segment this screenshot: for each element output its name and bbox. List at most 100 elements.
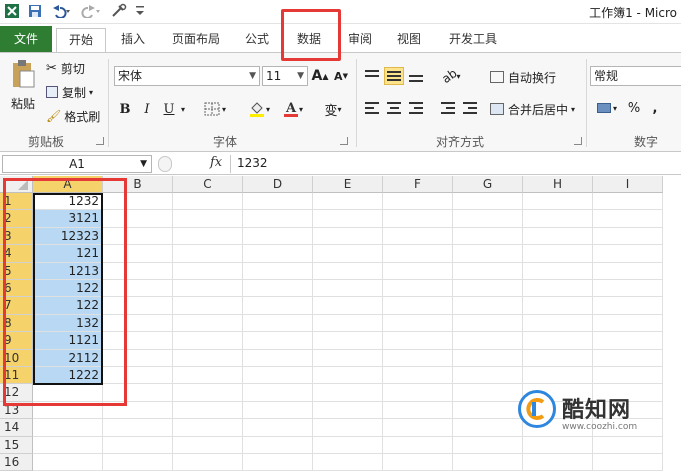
row-header-3[interactable]: 3 [0, 227, 33, 246]
cell-b7[interactable] [103, 297, 173, 315]
cell-d16[interactable] [243, 454, 313, 471]
cell-e1[interactable] [313, 193, 383, 211]
cell-b15[interactable] [103, 436, 173, 454]
cell-f1[interactable] [383, 193, 453, 211]
cell-e2[interactable] [313, 210, 383, 228]
cell-d5[interactable] [243, 262, 313, 280]
cell-c3[interactable] [173, 227, 243, 246]
cell-h16[interactable] [523, 454, 593, 471]
cell-c13[interactable] [173, 401, 243, 420]
cell-g1[interactable] [453, 193, 523, 211]
cell-d11[interactable] [243, 367, 313, 385]
cell-c6[interactable] [173, 280, 243, 298]
cell-h3[interactable] [523, 227, 593, 246]
cell-d9[interactable] [243, 332, 313, 350]
cell-a8[interactable]: 132 [33, 314, 103, 333]
cell-a12[interactable] [33, 384, 103, 402]
row-header-14[interactable]: 14 [0, 419, 33, 437]
align-right-button[interactable] [406, 99, 426, 117]
cell-i8[interactable] [593, 314, 663, 333]
tab-home[interactable]: 开始 [56, 28, 106, 52]
column-header-h[interactable]: H [523, 176, 593, 193]
cell-g16[interactable] [453, 454, 523, 471]
cell-g2[interactable] [453, 210, 523, 228]
cell-c12[interactable] [173, 384, 243, 402]
row-header-15[interactable]: 15 [0, 436, 33, 454]
clipboard-launcher-icon[interactable] [96, 137, 104, 145]
cell-h7[interactable] [523, 297, 593, 315]
cell-d4[interactable] [243, 245, 313, 263]
tab-formulas[interactable]: 公式 [234, 28, 280, 52]
cell-h9[interactable] [523, 332, 593, 350]
column-header-c[interactable]: C [173, 176, 243, 193]
cell-e14[interactable] [313, 419, 383, 437]
cell-e8[interactable] [313, 314, 383, 333]
row-header-6[interactable]: 6 [0, 280, 33, 298]
cell-d10[interactable] [243, 349, 313, 367]
cell-e11[interactable] [313, 367, 383, 385]
cell-f16[interactable] [383, 454, 453, 471]
column-header-a[interactable]: A [33, 176, 103, 193]
cell-f10[interactable] [383, 349, 453, 367]
cell-b8[interactable] [103, 314, 173, 333]
cell-d12[interactable] [243, 384, 313, 402]
wrap-text-button[interactable]: 自动换行 [490, 67, 562, 87]
cell-d3[interactable] [243, 227, 313, 246]
align-left-button[interactable] [362, 99, 382, 117]
cell-f15[interactable] [383, 436, 453, 454]
cell-c4[interactable] [173, 245, 243, 263]
grow-font-button[interactable]: A ▲ [310, 66, 330, 86]
accounting-format-button[interactable]: ▾ [592, 99, 622, 117]
cell-b2[interactable] [103, 210, 173, 228]
cell-i16[interactable] [593, 454, 663, 471]
cell-b16[interactable] [103, 454, 173, 471]
alignment-launcher-icon[interactable] [574, 137, 582, 145]
cell-c1[interactable] [173, 193, 243, 211]
cell-g10[interactable] [453, 349, 523, 367]
cell-f4[interactable] [383, 245, 453, 263]
cell-b3[interactable] [103, 227, 173, 246]
format-painter-button[interactable]: 🖌 格式刷 [46, 107, 106, 125]
tab-page-layout[interactable]: 页面布局 [164, 28, 228, 52]
cell-d8[interactable] [243, 314, 313, 333]
cell-a10[interactable]: 2112 [33, 349, 103, 367]
cell-i3[interactable] [593, 227, 663, 246]
row-header-4[interactable]: 4 [0, 245, 33, 263]
cell-i7[interactable] [593, 297, 663, 315]
align-top-button[interactable] [362, 67, 382, 85]
cell-f12[interactable] [383, 384, 453, 402]
cell-d2[interactable] [243, 210, 313, 228]
cell-a6[interactable]: 122 [33, 280, 103, 298]
cell-g5[interactable] [453, 262, 523, 280]
select-all-corner[interactable] [0, 176, 33, 193]
cell-d7[interactable] [243, 297, 313, 315]
cell-e4[interactable] [313, 245, 383, 263]
cell-c2[interactable] [173, 210, 243, 228]
cell-a5[interactable]: 1213 [33, 262, 103, 280]
cell-f11[interactable] [383, 367, 453, 385]
cell-f2[interactable] [383, 210, 453, 228]
cell-i6[interactable] [593, 280, 663, 298]
cell-b5[interactable] [103, 262, 173, 280]
cell-e16[interactable] [313, 454, 383, 471]
cell-f13[interactable] [383, 401, 453, 420]
cell-a7[interactable]: 122 [33, 297, 103, 315]
underline-dropdown-icon[interactable]: ▾ [178, 99, 188, 119]
name-box[interactable]: A1 ▼ [2, 155, 152, 173]
tab-developer[interactable]: 开发工具 [440, 28, 506, 52]
cell-a2[interactable]: 3121 [33, 210, 103, 228]
row-header-11[interactable]: 11 [0, 367, 33, 385]
cell-i11[interactable] [593, 367, 663, 385]
merge-center-button[interactable]: 合并后居中 ▾ [490, 99, 582, 119]
copy-button[interactable]: 复制 ▾ [46, 83, 106, 101]
cell-c7[interactable] [173, 297, 243, 315]
row-header-8[interactable]: 8 [0, 314, 33, 333]
cell-c8[interactable] [173, 314, 243, 333]
cell-e7[interactable] [313, 297, 383, 315]
tab-file[interactable]: 文件 [0, 26, 52, 52]
cell-h8[interactable] [523, 314, 593, 333]
column-header-i[interactable]: I [593, 176, 663, 193]
phonetic-button[interactable]: 变 ▾ [318, 99, 348, 119]
cell-h2[interactable] [523, 210, 593, 228]
cell-g3[interactable] [453, 227, 523, 246]
